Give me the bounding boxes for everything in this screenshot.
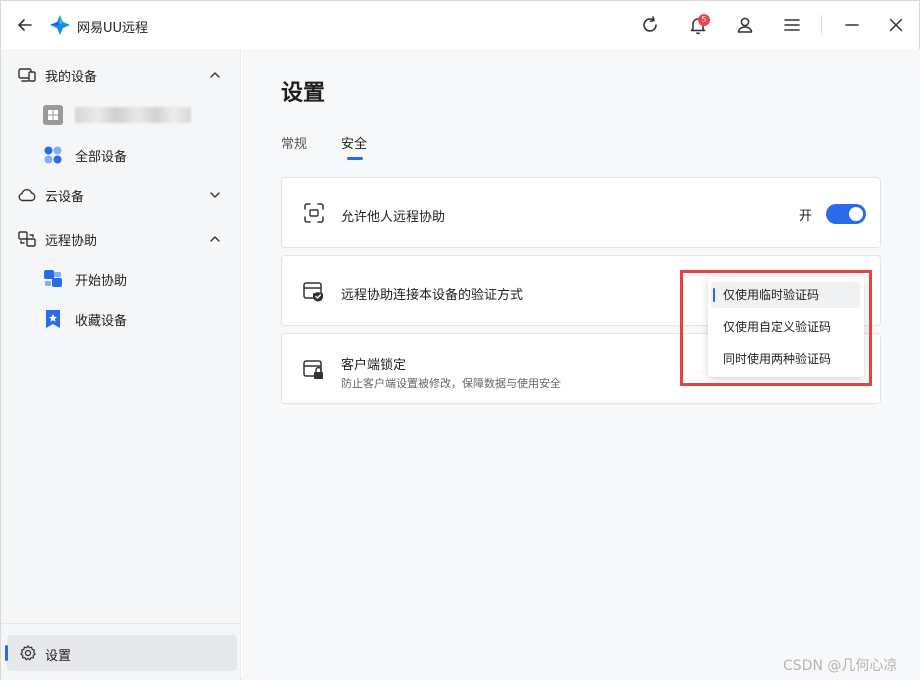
toggle-knob <box>849 207 863 221</box>
cloud-icon <box>18 189 36 202</box>
sidebar-item-start-assist[interactable]: 开始协助 <box>1 264 241 294</box>
minimize-icon[interactable] <box>841 14 863 36</box>
sidebar-group-cloud-devices[interactable]: 云设备 <box>1 180 241 210</box>
sidebar-item-label: 开始协助 <box>75 273 128 289</box>
sidebar-group-label: 远程协助 <box>45 233 98 249</box>
uu-logo-icon <box>50 15 70 35</box>
sidebar: 我的设备 全部设备 云设备 远程协助 开始协助 收藏设备 设置 <box>1 49 241 680</box>
shield-card-icon <box>303 282 323 302</box>
user-icon[interactable] <box>734 14 756 36</box>
watermark: CSDN @几何心凉 <box>783 658 898 674</box>
card-title: 远程协助连接本设备的验证方式 <box>341 288 524 303</box>
lock-window-icon <box>303 360 323 379</box>
scan-frame-icon <box>304 203 324 223</box>
active-tab-indicator <box>347 157 363 160</box>
selected-indicator <box>713 288 715 302</box>
chevron-up-icon[interactable] <box>208 68 222 82</box>
gear-icon <box>20 645 36 661</box>
title-bar: 网易UU远程 5 <box>1 1 919 49</box>
dropdown-option-label: 同时使用两种验证码 <box>723 352 832 366</box>
devices-icon <box>18 68 36 82</box>
all-devices-icon <box>44 146 62 164</box>
tab-security[interactable]: 安全 <box>341 133 367 152</box>
active-indicator <box>5 645 8 661</box>
sidebar-item-all-devices[interactable]: 全部设备 <box>1 140 241 170</box>
back-arrow-icon[interactable] <box>15 15 35 35</box>
tab-general[interactable]: 常规 <box>281 133 307 152</box>
sidebar-item-device-redacted[interactable] <box>1 100 241 130</box>
dropdown-option-custom-code[interactable]: 仅使用自定义验证码 <box>711 314 860 340</box>
bookmark-star-icon <box>46 310 60 328</box>
card-title: 客户端锁定 <box>341 358 407 373</box>
dropdown-option-both-codes[interactable]: 同时使用两种验证码 <box>711 346 860 372</box>
card-allow-remote-assist: 允许他人远程协助 开 <box>281 177 881 248</box>
start-assist-icon <box>44 270 62 287</box>
chevron-down-icon[interactable] <box>208 188 222 202</box>
card-subtitle: 防止客户端设置被修改，保障数据与使用安全 <box>341 377 561 390</box>
refresh-icon[interactable] <box>639 14 661 36</box>
page-title: 设置 <box>281 81 326 106</box>
allow-remote-toggle[interactable] <box>826 204 866 224</box>
sidebar-item-favorite-devices[interactable]: 收藏设备 <box>1 304 241 334</box>
app-window: 网易UU远程 5 我的设备 全部设备 云设备 远程协助 开始协助 收藏设备 设置… <box>0 0 920 680</box>
sidebar-group-my-devices[interactable]: 我的设备 <box>1 60 241 90</box>
sidebar-group-remote-assist[interactable]: 远程协助 <box>1 224 241 254</box>
close-icon[interactable] <box>885 14 907 36</box>
sidebar-item-label: 收藏设备 <box>75 313 128 329</box>
verify-method-dropdown: 仅使用临时验证码 仅使用自定义验证码 同时使用两种验证码 <box>708 277 864 377</box>
dropdown-option-label: 仅使用自定义验证码 <box>723 320 832 334</box>
sidebar-item-label: 设置 <box>45 649 72 664</box>
sidebar-item-label: 全部设备 <box>75 149 128 165</box>
notification-badge: 5 <box>698 14 710 26</box>
sidebar-group-label: 我的设备 <box>45 69 98 85</box>
card-title: 允许他人远程协助 <box>341 210 446 225</box>
dropdown-option-temporary-code[interactable]: 仅使用临时验证码 <box>711 282 860 308</box>
titlebar-divider <box>821 15 822 35</box>
dropdown-option-label: 仅使用临时验证码 <box>723 288 820 302</box>
sidebar-group-label: 云设备 <box>45 189 85 205</box>
sidebar-divider <box>1 623 241 624</box>
menu-icon[interactable] <box>781 14 803 36</box>
sidebar-item-settings[interactable]: 设置 <box>5 635 237 671</box>
toggle-state-label: 开 <box>799 209 813 224</box>
app-title: 网易UU远程 <box>77 21 149 36</box>
windows-device-icon <box>43 105 63 125</box>
redacted-device-name <box>75 107 191 123</box>
remote-assist-icon <box>18 231 36 247</box>
chevron-up-icon[interactable] <box>208 232 222 246</box>
